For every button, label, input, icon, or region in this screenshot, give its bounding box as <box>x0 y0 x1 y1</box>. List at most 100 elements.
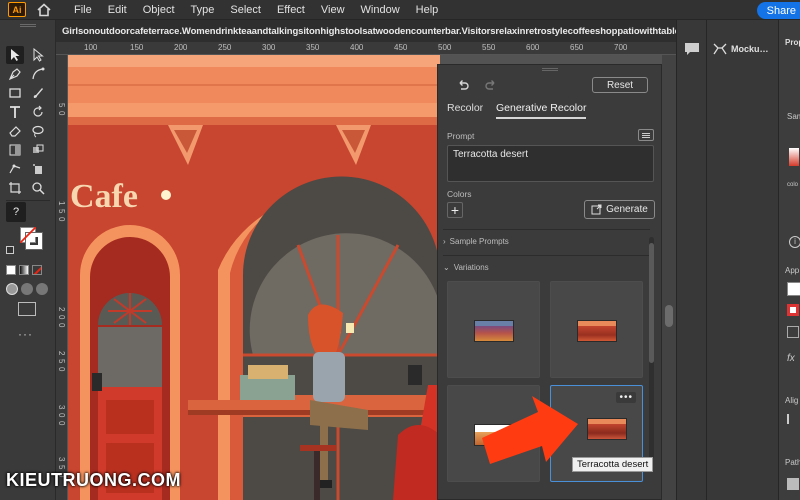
menu-object[interactable]: Object <box>143 4 175 16</box>
direct-selection-tool-icon[interactable] <box>29 46 47 64</box>
menu-type[interactable]: Type <box>191 4 215 16</box>
ruler-tick: 5 <box>57 465 66 470</box>
ruler-tick: 0 <box>57 421 66 426</box>
mockup-panel-tab[interactable]: Mocku… <box>713 38 769 60</box>
paintbrush-tool-icon[interactable] <box>29 84 47 102</box>
gradient-tool-icon[interactable] <box>6 141 24 159</box>
shape-builder-tool-icon[interactable] <box>29 141 47 159</box>
draw-normal-icon[interactable] <box>6 283 18 295</box>
ruler-tick: 5 <box>57 103 66 108</box>
sample-prompts-toggle[interactable]: › Sample Prompts <box>443 237 509 246</box>
prompt-options-icon[interactable] <box>638 129 654 141</box>
fill-stroke-swatch[interactable] <box>20 227 43 250</box>
menu-window[interactable]: Window <box>361 4 400 16</box>
pen-tool-icon[interactable] <box>6 65 24 83</box>
align-label: Alig <box>785 396 799 405</box>
info-icon[interactable]: i <box>789 236 800 248</box>
more-tools-icon[interactable]: ··· <box>18 327 33 341</box>
variations-toggle[interactable]: ⌄ Variations <box>443 263 489 272</box>
menu-select[interactable]: Select <box>230 4 261 16</box>
share-button[interactable]: Share <box>756 2 800 19</box>
draw-behind-icon[interactable] <box>21 283 33 295</box>
draw-inside-icon[interactable] <box>36 283 48 295</box>
pathfinder-label: Path <box>785 458 800 467</box>
panel-grip[interactable] <box>542 68 558 71</box>
cafe-illustration: Cafe <box>68 55 440 500</box>
cafe-sign: Cafe <box>70 178 138 215</box>
reset-button[interactable]: Reset <box>592 77 648 93</box>
color-mode-icon[interactable] <box>6 265 16 275</box>
undo-icon[interactable] <box>456 79 470 93</box>
appearance-fill-swatch[interactable] <box>787 282 800 296</box>
home-icon[interactable] <box>36 2 52 18</box>
ruler-tick: 300 <box>262 43 276 52</box>
menu-file[interactable]: File <box>74 4 92 16</box>
ruler-tick: 2 <box>57 351 66 356</box>
panel-scrollbar[interactable] <box>649 237 654 459</box>
properties-label: Prop <box>785 38 800 47</box>
add-color-button[interactable]: + <box>447 202 463 218</box>
artboard-canvas[interactable]: Cafe <box>68 55 440 500</box>
ruler-tick: 100 <box>84 43 98 52</box>
variation-card[interactable] <box>447 281 540 378</box>
mockup-panel-dock: Mocku… <box>706 20 778 500</box>
generate-button[interactable]: Generate <box>584 200 655 219</box>
symbol-sprayer-tool-icon[interactable] <box>29 160 47 178</box>
none-mode-icon[interactable] <box>32 265 42 275</box>
zoom-tool-icon[interactable] <box>29 179 47 197</box>
more-options-button[interactable]: ••• <box>616 392 636 403</box>
ruler-tick: 150 <box>130 43 144 52</box>
ruler-vertical[interactable]: 5 0 1 5 0 2 0 0 2 5 0 3 0 0 3 5 0 <box>56 55 68 500</box>
ruler-tick: 450 <box>394 43 408 52</box>
variation-thumbnail <box>587 418 627 440</box>
align-left-icon[interactable] <box>787 414 800 424</box>
artboard-tool-icon[interactable] <box>6 179 24 197</box>
scroll-knob[interactable] <box>665 305 673 327</box>
ruler-tick: 600 <box>526 43 540 52</box>
canvas-vertical-scrollbar[interactable] <box>662 55 676 500</box>
toolbar-grip[interactable] <box>20 24 36 27</box>
type-tool-icon[interactable] <box>6 103 24 121</box>
color-preview <box>789 148 799 166</box>
comments-dock <box>676 20 706 500</box>
eraser-tool-icon[interactable] <box>6 122 24 140</box>
comment-icon[interactable] <box>684 42 700 56</box>
menu-edit[interactable]: Edit <box>108 4 127 16</box>
sample-label: Sam <box>787 112 800 121</box>
pathfinder-unite-icon[interactable] <box>787 478 799 490</box>
appearance-stroke-swatch[interactable] <box>787 304 799 316</box>
help-icon[interactable]: ? <box>6 202 26 222</box>
lasso-tool-icon[interactable] <box>29 122 47 140</box>
screen-mode-icon[interactable] <box>18 302 36 316</box>
prompt-input[interactable]: Terracotta desert <box>447 145 654 182</box>
tab-recolor[interactable]: Recolor <box>447 102 483 114</box>
redo-icon[interactable] <box>484 79 498 93</box>
rectangle-tool-icon[interactable] <box>6 84 24 102</box>
opacity-icon[interactable] <box>787 326 799 338</box>
puppet-warp-tool-icon[interactable] <box>6 160 24 178</box>
draw-mode-row <box>6 283 48 295</box>
curvature-tool-icon[interactable] <box>29 65 47 83</box>
ruler-tick: 500 <box>438 43 452 52</box>
variation-thumbnail <box>577 320 617 342</box>
ruler-tick: 3 <box>57 457 66 462</box>
menu-effect[interactable]: Effect <box>277 4 305 16</box>
ruler-tick: 0 <box>57 323 66 328</box>
ruler-tick: 650 <box>570 43 584 52</box>
gradient-mode-icon[interactable] <box>19 265 29 275</box>
ruler-tick: 5 <box>57 209 66 214</box>
variation-card[interactable] <box>550 281 643 378</box>
generate-icon <box>591 204 602 215</box>
fx-icon[interactable]: fx <box>787 353 795 364</box>
rotate-tool-icon[interactable] <box>29 103 47 121</box>
document-tab[interactable]: Girlsonoutdoorcafeterrace.Womendrinkteaa… <box>56 20 676 42</box>
ruler-tick: 0 <box>57 367 66 372</box>
menu-help[interactable]: Help <box>416 4 439 16</box>
menu-view[interactable]: View <box>321 4 345 16</box>
ruler-tick: 5 <box>57 359 66 364</box>
ruler-horizontal[interactable]: 100 150 200 250 300 350 400 450 500 550 … <box>56 42 676 55</box>
tab-generative-recolor[interactable]: Generative Recolor <box>496 102 587 119</box>
default-colors-icon[interactable] <box>6 246 14 254</box>
selection-tool-icon[interactable] <box>6 46 24 64</box>
properties-dock: Prop Sam colo i App fx Alig Path <box>778 20 800 500</box>
